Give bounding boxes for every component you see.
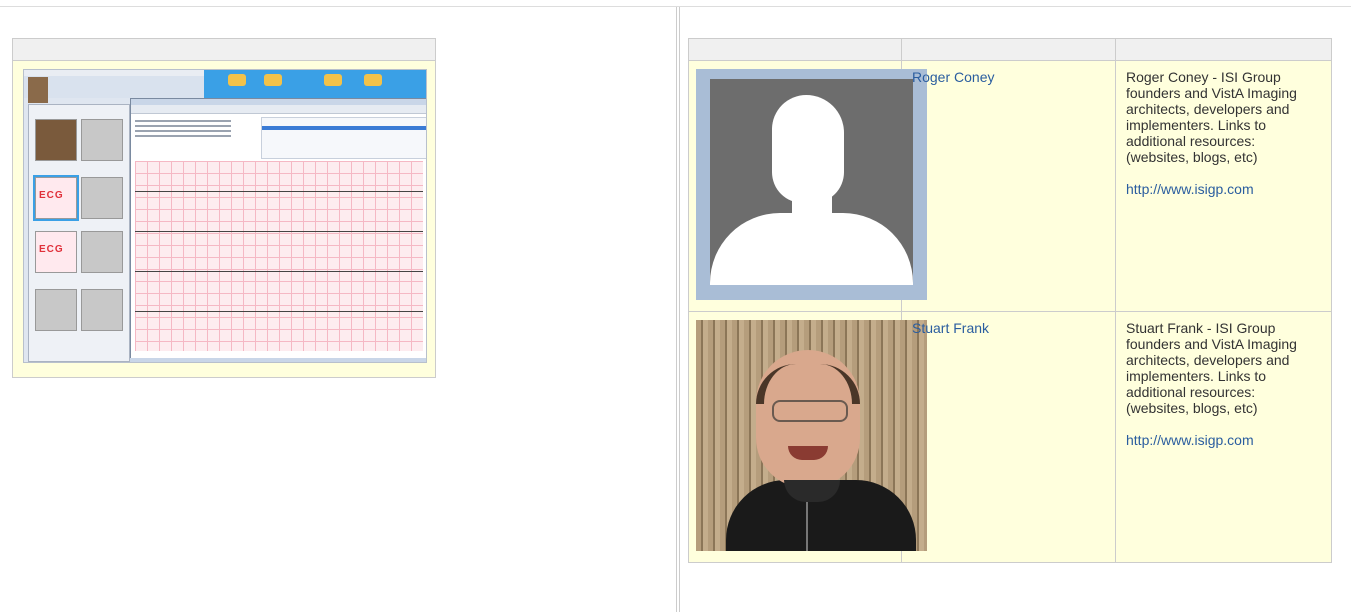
ecg-label: ECG (39, 190, 64, 201)
screenshot-tool-icon (364, 74, 382, 86)
screenshot-thumb (81, 119, 123, 161)
column-divider (1115, 312, 1116, 562)
ecg-trace (135, 231, 423, 232)
default-avatar-icon (696, 69, 927, 300)
people-table-header (689, 39, 1331, 61)
screenshot-table-cell: ECG ECG (13, 61, 435, 377)
screenshot-thumb (81, 231, 123, 273)
person-name-link[interactable]: Roger Coney (912, 69, 995, 85)
screenshot-table: ECG ECG (12, 38, 436, 378)
viewer-study-list (261, 117, 426, 159)
person-description: Stuart Frank - ISI Group founders and Vi… (1126, 320, 1321, 448)
viewer-patient-info (135, 117, 255, 157)
screenshot-thumb (81, 177, 123, 219)
ecg-trace (135, 271, 423, 272)
screenshot-tool-icon (264, 74, 282, 86)
person-description: Roger Coney - ISI Group founders and Vis… (1126, 69, 1321, 197)
ecg-trace (135, 311, 423, 312)
screenshot-ecg-viewer (130, 98, 426, 362)
screenshot-thumb-ecg: ECG (35, 231, 77, 273)
column-divider (1115, 61, 1116, 311)
screenshot-statusbar (130, 358, 426, 362)
left-column: ECG ECG (0, 7, 677, 612)
screenshot-thumb-ecg: ECG (33, 175, 79, 221)
screenshot-tool-icon (228, 74, 246, 86)
website-link[interactable]: http://www.isigp.com (1126, 181, 1254, 197)
person-row-stuart-frank: Stuart Frank Stuart Frank - ISI Group fo… (689, 312, 1331, 562)
person-row-roger-coney: Roger Coney Roger Coney - ISI Group foun… (689, 61, 1331, 312)
right-column: Roger Coney Roger Coney - ISI Group foun… (679, 7, 1351, 612)
viewer-toolbar (131, 105, 426, 114)
people-table: Roger Coney Roger Coney - ISI Group foun… (688, 38, 1332, 563)
screenshot-thumb (35, 119, 77, 161)
person-name-link[interactable]: Stuart Frank (912, 320, 989, 336)
ecg-label: ECG (39, 244, 64, 255)
website-link[interactable]: http://www.isigp.com (1126, 432, 1254, 448)
description-text: Stuart Frank - ISI Group founders and Vi… (1126, 320, 1297, 416)
description-text: Roger Coney - ISI Group founders and Vis… (1126, 69, 1297, 165)
ecg-grid (135, 161, 423, 351)
screenshot-thumbnail-panel: ECG ECG (28, 104, 130, 362)
screenshot-thumb (81, 289, 123, 331)
screenshot-thumb (35, 289, 77, 331)
ecg-trace (135, 191, 423, 192)
screenshot-toolbar (24, 76, 204, 98)
vista-imaging-ecg-screenshot: ECG ECG (23, 69, 427, 363)
screenshot-patient-photo (28, 77, 48, 103)
portrait-photo (696, 320, 927, 551)
screenshot-tool-icon (324, 74, 342, 86)
header-divider (1115, 39, 1116, 60)
header-divider (901, 39, 902, 60)
screenshot-table-header (13, 39, 435, 61)
